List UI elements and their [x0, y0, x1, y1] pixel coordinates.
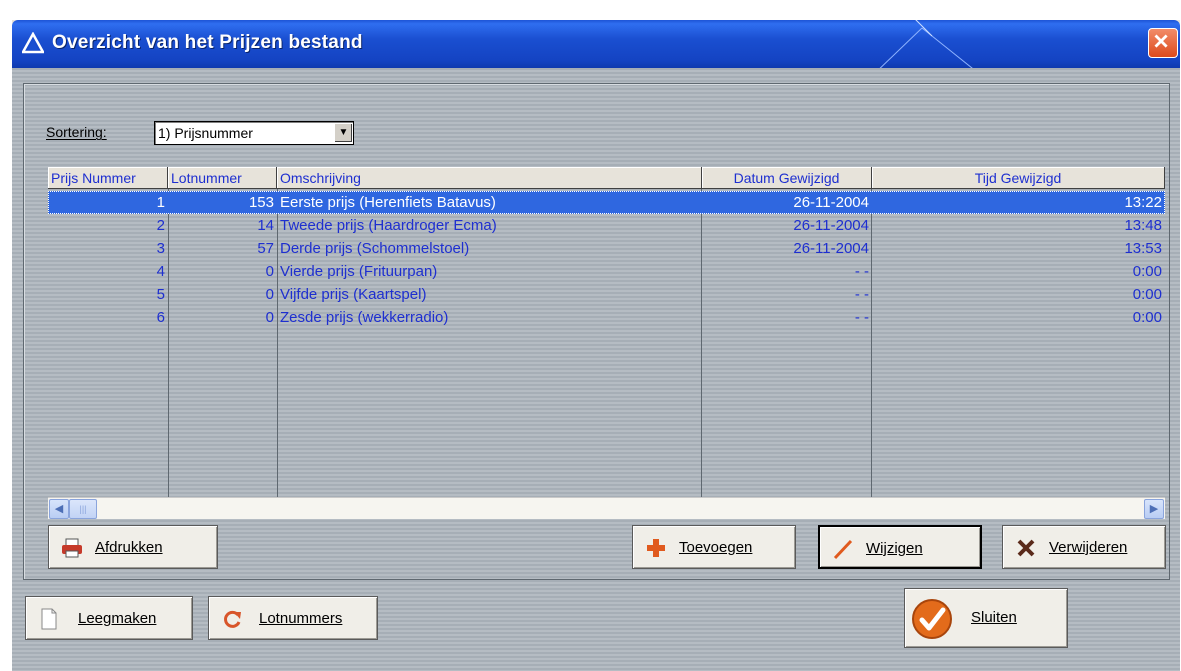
cell-omschrijving: Derde prijs (Schommelstoel) — [280, 240, 470, 257]
delete-button-label: Verwijderen — [1049, 539, 1128, 556]
cell-datum: 26-11-2004 — [793, 217, 869, 234]
cell-omschrijving: Eerste prijs (Herenfiets Batavus) — [280, 194, 496, 211]
table-row[interactable]: 4 0 Vierde prijs (Frituurpan) - - 0:00 — [48, 260, 1165, 283]
cell-datum: - - — [854, 286, 869, 303]
prizes-window: Overzicht van het Prijzen bestand Sorter… — [12, 20, 1180, 671]
scroll-right-icon[interactable]: ▶ — [1144, 499, 1164, 519]
cell-lotnummer: 0 — [265, 286, 274, 303]
lot-numbers-button[interactable]: Lotnummers — [208, 596, 378, 640]
close-dialog-button[interactable]: Sluiten — [904, 588, 1068, 648]
sort-label: Sortering: — [46, 124, 107, 140]
checkmark-icon — [912, 599, 952, 639]
cell-tijd: 0:00 — [1132, 263, 1162, 280]
cell-tijd: 0:00 — [1132, 309, 1162, 326]
cell-datum: - - — [854, 309, 869, 326]
table-row[interactable]: 6 0 Zesde prijs (wekkerradio) - - 0:00 — [48, 306, 1165, 329]
cell-lotnummer: 0 — [265, 263, 274, 280]
triangle-icon — [22, 32, 44, 54]
prizes-table[interactable]: Prijs Nummer Lotnummer Omschrijving Datu… — [48, 167, 1165, 497]
window-title: Overzicht van het Prijzen bestand — [52, 32, 363, 53]
title-bar[interactable]: Overzicht van het Prijzen bestand — [12, 20, 1180, 68]
table-row[interactable]: 2 14 Tweede prijs (Haardroger Ecma) 26-1… — [48, 214, 1165, 237]
cell-lotnummer: 57 — [257, 240, 274, 257]
table-row[interactable]: 5 0 Vijfde prijs (Kaartspel) - - 0:00 — [48, 283, 1165, 306]
plus-icon — [647, 539, 665, 557]
delete-button[interactable]: Verwijderen — [1002, 525, 1166, 569]
dialog-body: Sortering: 1) Prijsnummer ▼ Prijs Nummer… — [12, 68, 1180, 671]
cell-lotnummer: 153 — [248, 194, 274, 211]
cell-prijs-nummer: 1 — [156, 194, 165, 211]
add-button-label: Toevoegen — [679, 539, 753, 556]
cell-omschrijving: Vijfde prijs (Kaartspel) — [280, 286, 427, 303]
column-header-lotnummer[interactable]: Lotnummer — [168, 167, 277, 189]
cell-omschrijving: Tweede prijs (Haardroger Ecma) — [280, 217, 497, 234]
sort-select[interactable]: 1) Prijsnummer ▼ — [154, 121, 354, 145]
refresh-icon — [224, 610, 241, 628]
chevron-down-icon[interactable]: ▼ — [334, 123, 352, 142]
titlebar-decoration — [879, 20, 973, 68]
close-icon — [1154, 34, 1168, 48]
cell-lotnummer: 14 — [257, 217, 274, 234]
column-header-prijs-nummer[interactable]: Prijs Nummer — [48, 167, 168, 189]
cell-prijs-nummer: 3 — [156, 240, 165, 257]
column-header-datum-gewijzigd[interactable]: Datum Gewijzigd — [702, 167, 872, 189]
cell-tijd: 0:00 — [1132, 286, 1162, 303]
add-button[interactable]: Toevoegen — [632, 525, 796, 569]
cell-tijd: 13:22 — [1124, 194, 1162, 211]
sort-select-value: 1) Prijsnummer — [158, 125, 253, 141]
close-button[interactable] — [1148, 28, 1178, 58]
cell-tijd: 13:53 — [1124, 240, 1162, 257]
horizontal-scrollbar[interactable]: ◀ ||| ▶ — [48, 497, 1165, 519]
print-button[interactable]: Afdrukken — [48, 525, 218, 569]
cell-prijs-nummer: 4 — [156, 263, 165, 280]
scrollbar-thumb[interactable]: ||| — [69, 499, 97, 519]
pencil-icon — [833, 539, 853, 560]
edit-button[interactable]: Wijzigen — [818, 525, 982, 569]
scroll-left-icon[interactable]: ◀ — [49, 499, 69, 519]
printer-icon — [62, 538, 82, 558]
table-header: Prijs Nummer Lotnummer Omschrijving Datu… — [48, 167, 1165, 189]
print-button-label: Afdrukken — [95, 539, 163, 556]
cell-datum: 26-11-2004 — [793, 240, 869, 257]
cell-prijs-nummer: 6 — [156, 309, 165, 326]
close-dialog-button-label: Sluiten — [971, 609, 1017, 626]
lot-numbers-button-label: Lotnummers — [259, 610, 343, 627]
cell-omschrijving: Zesde prijs (wekkerradio) — [280, 309, 449, 326]
column-header-omschrijving[interactable]: Omschrijving — [277, 167, 702, 189]
prizes-panel: Sortering: 1) Prijsnummer ▼ Prijs Nummer… — [23, 83, 1170, 580]
cell-prijs-nummer: 2 — [156, 217, 165, 234]
clear-button[interactable]: Leegmaken — [25, 596, 193, 640]
cell-datum: 26-11-2004 — [793, 194, 869, 211]
cell-omschrijving: Vierde prijs (Frituurpan) — [280, 263, 438, 280]
edit-button-label: Wijzigen — [866, 540, 923, 557]
document-icon — [41, 608, 57, 630]
cell-tijd: 13:48 — [1124, 217, 1162, 234]
table-row[interactable]: 3 57 Derde prijs (Schommelstoel) 26-11-2… — [48, 237, 1165, 260]
cell-datum: - - — [854, 263, 869, 280]
cell-prijs-nummer: 5 — [156, 286, 165, 303]
column-header-tijd-gewijzigd[interactable]: Tijd Gewijzigd — [872, 167, 1165, 189]
cell-lotnummer: 0 — [265, 309, 274, 326]
table-row[interactable]: 1 153 Eerste prijs (Herenfiets Batavus) … — [48, 191, 1165, 214]
x-icon — [1017, 539, 1035, 557]
clear-button-label: Leegmaken — [78, 610, 157, 627]
